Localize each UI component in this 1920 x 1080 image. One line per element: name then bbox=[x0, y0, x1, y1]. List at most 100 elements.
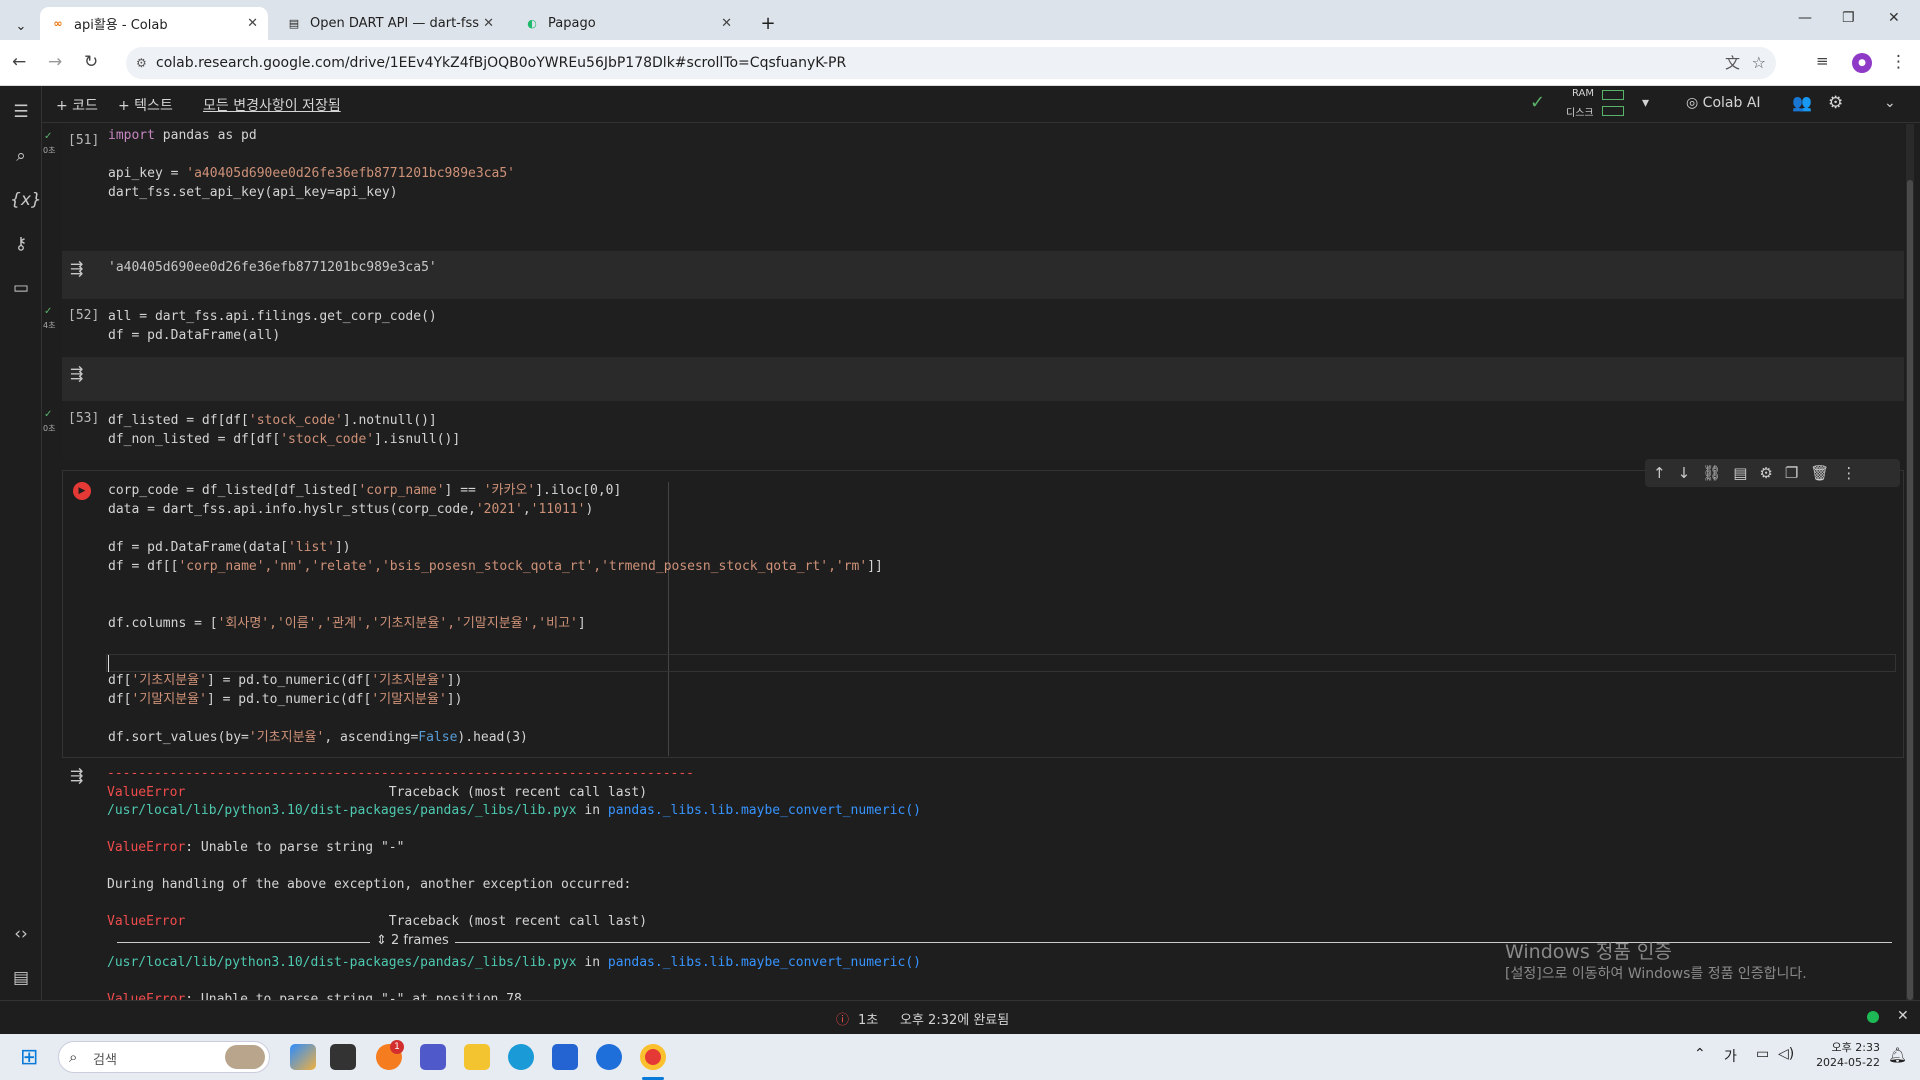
move-down-icon[interactable]: ↓ bbox=[1678, 464, 1691, 482]
network-icon[interactable]: ▭ bbox=[1756, 1046, 1769, 1062]
saved-status[interactable]: 모든 변경사항이 저장됨 bbox=[203, 95, 341, 115]
chevron-down-icon: ⌄ bbox=[15, 19, 27, 34]
ram-meter[interactable] bbox=[1602, 90, 1624, 100]
new-tab-button[interactable]: + bbox=[752, 7, 784, 40]
colab-logo-icon: ∞ bbox=[53, 17, 63, 30]
code-snippets-icon[interactable]: ‹› bbox=[10, 924, 32, 946]
code-editor[interactable]: corp_code = df_listed[df_listed['corp_na… bbox=[108, 481, 883, 747]
table-of-contents-icon[interactable]: ☰ bbox=[10, 102, 32, 124]
scrollbar-thumb[interactable] bbox=[1907, 180, 1913, 1000]
tab-colab[interactable]: ∞ api활용 - Colab ✕ bbox=[40, 7, 268, 40]
traceback: ----------------------------------------… bbox=[107, 766, 921, 929]
code-editor[interactable]: all = dart_fss.api.filings.get_corp_code… bbox=[108, 307, 437, 345]
search-icon: ⌕ bbox=[69, 1048, 78, 1066]
tab-dart-docs[interactable]: ▤ Open DART API — dart-fss do ✕ bbox=[276, 7, 504, 40]
ram-label: RAM bbox=[1572, 88, 1595, 99]
close-status-icon[interactable]: ✕ bbox=[1897, 1008, 1909, 1024]
browser-tab-bar: ⌄ ∞ api활용 - Colab ✕ ▤ Open DART API — da… bbox=[0, 0, 1920, 40]
taskbar-search-box[interactable]: ⌕ 검색 bbox=[58, 1041, 270, 1073]
translate-icon[interactable]: 文 bbox=[1725, 47, 1740, 79]
search-icon[interactable]: ⌕ bbox=[10, 146, 32, 168]
edge-icon[interactable] bbox=[508, 1044, 534, 1070]
bookmark-star-icon[interactable]: ☆ bbox=[1752, 47, 1766, 79]
variables-icon[interactable]: {x} bbox=[10, 190, 42, 212]
settings-gear-icon[interactable]: ⚙ bbox=[1828, 93, 1843, 113]
store-icon[interactable] bbox=[552, 1044, 578, 1070]
disk-label: 디스크 bbox=[1566, 108, 1594, 119]
notification-bell-icon[interactable]: 🔔︎ bbox=[1888, 1046, 1907, 1064]
output-toggle-icon[interactable]: ⇶ bbox=[70, 364, 83, 383]
address-bar-row: ← → ↻ ⚙ colab.research.google.com/drive/… bbox=[0, 40, 1920, 86]
comment-icon[interactable]: ▤ bbox=[1733, 464, 1747, 482]
forward-button[interactable]: → bbox=[48, 52, 62, 72]
search-highlight-image bbox=[225, 1045, 265, 1069]
run-success-icon: ✓ bbox=[44, 131, 53, 142]
frames-toggle[interactable]: ⇕ 2 frames bbox=[370, 933, 455, 948]
exec-time: 0초 bbox=[43, 146, 56, 155]
chrome-icon[interactable] bbox=[640, 1044, 666, 1070]
minimize-button[interactable]: — bbox=[1798, 10, 1812, 26]
ime-indicator[interactable]: 가 bbox=[1724, 1046, 1737, 1066]
folder-icon[interactable] bbox=[464, 1044, 490, 1070]
files-folder-icon[interactable]: ▭ bbox=[10, 278, 32, 300]
add-code-button[interactable]: + 코드 bbox=[56, 95, 98, 115]
completion-status: 오후 2:32에 완료됨 bbox=[900, 1013, 1010, 1028]
colab-ai-button[interactable]: ◎ Colab AI bbox=[1686, 95, 1761, 111]
site-info-icon[interactable]: ⚙ bbox=[136, 47, 147, 79]
add-text-button[interactable]: + 텍스트 bbox=[118, 95, 173, 115]
tab-papago[interactable]: ◐ Papago ✕ bbox=[514, 7, 742, 40]
close-icon[interactable]: ✕ bbox=[483, 16, 494, 31]
secrets-key-icon[interactable]: ⚷ bbox=[10, 234, 32, 256]
exec-time: 0초 bbox=[43, 424, 56, 433]
error-icon[interactable]: ⓘ bbox=[836, 1009, 849, 1028]
close-icon[interactable]: ✕ bbox=[721, 16, 732, 31]
volume-icon[interactable]: ◁) bbox=[1778, 1046, 1794, 1062]
back-button[interactable]: ← bbox=[12, 52, 26, 72]
window-close-button[interactable]: ✕ bbox=[1888, 10, 1900, 26]
tab-search-button[interactable]: ⌄ bbox=[8, 10, 34, 43]
exec-count: [51] bbox=[68, 133, 100, 148]
reload-button[interactable]: ↻ bbox=[84, 52, 98, 72]
runtime-dropdown-icon[interactable]: ▾ bbox=[1642, 95, 1649, 111]
clock-time[interactable]: 오후 2:33 bbox=[1822, 1039, 1880, 1055]
app-icon[interactable] bbox=[596, 1044, 622, 1070]
more-options-icon[interactable]: ⋮ bbox=[1841, 464, 1856, 482]
mirror-cell-icon[interactable]: ❐ bbox=[1785, 464, 1798, 482]
run-cell-button[interactable]: ▶ bbox=[73, 482, 91, 500]
link-icon[interactable]: ⛓ bbox=[1702, 464, 1721, 482]
share-people-icon[interactable]: 👥 bbox=[1792, 93, 1812, 112]
windows-start-icon[interactable]: ⊞ bbox=[20, 1045, 38, 1070]
document-icon: ▤ bbox=[288, 17, 300, 30]
close-icon[interactable]: ✕ bbox=[247, 16, 258, 31]
file-explorer-dark-icon[interactable] bbox=[330, 1044, 356, 1070]
teams-icon[interactable] bbox=[420, 1044, 446, 1070]
chevron-up-icon[interactable]: ⌃ bbox=[1694, 1046, 1706, 1062]
move-up-icon[interactable]: ↑ bbox=[1653, 464, 1666, 482]
output-toggle-icon[interactable]: ⇶ bbox=[70, 259, 83, 278]
code-editor[interactable]: import pandas as pd api_key = 'a40405d69… bbox=[108, 126, 515, 202]
clock-date[interactable]: 2024-05-22 bbox=[1812, 1056, 1880, 1069]
output-toggle-icon[interactable]: ⇶ bbox=[70, 766, 83, 785]
exec-duration[interactable]: 1초 bbox=[858, 1009, 878, 1028]
copilot-icon[interactable] bbox=[290, 1044, 316, 1070]
colab-ai-icon: ◎ bbox=[1686, 95, 1703, 111]
connected-check-icon: ✓ bbox=[1530, 92, 1546, 113]
cell-toolbar: ↑ ↓ ⛓ ▤ ⚙ ❐ 🗑 ⋮ bbox=[1645, 459, 1900, 487]
disk-meter[interactable] bbox=[1602, 106, 1624, 116]
cell-output bbox=[62, 357, 1904, 401]
code-editor[interactable]: df_listed = df[df['stock_code'].notnull(… bbox=[108, 411, 460, 449]
colab-left-rail: ☰ ⌕ {x} ⚷ ▭ ‹› ▤ bbox=[0, 86, 42, 1000]
cell-settings-icon[interactable]: ⚙ bbox=[1759, 464, 1772, 482]
output-text: 'a40405d690ee0d26fe36efb8771201bc989e3ca… bbox=[108, 260, 437, 275]
exec-count: [52] bbox=[68, 308, 100, 323]
media-icon[interactable]: ≡ bbox=[1816, 52, 1829, 70]
browser-menu-icon[interactable]: ⋮ bbox=[1890, 52, 1907, 72]
restore-button[interactable]: ❐ bbox=[1842, 10, 1855, 26]
url-input[interactable]: ⚙ colab.research.google.com/drive/1EEv4Y… bbox=[126, 47, 1776, 79]
papago-logo-icon: ◐ bbox=[527, 17, 537, 30]
terminal-icon[interactable]: ▤ bbox=[10, 968, 32, 990]
delete-icon[interactable]: 🗑 bbox=[1810, 464, 1829, 482]
scrollbar[interactable] bbox=[1906, 124, 1914, 1000]
collapse-chevron-icon[interactable]: ⌄ bbox=[1884, 95, 1896, 111]
profile-avatar[interactable]: ● bbox=[1852, 53, 1872, 73]
